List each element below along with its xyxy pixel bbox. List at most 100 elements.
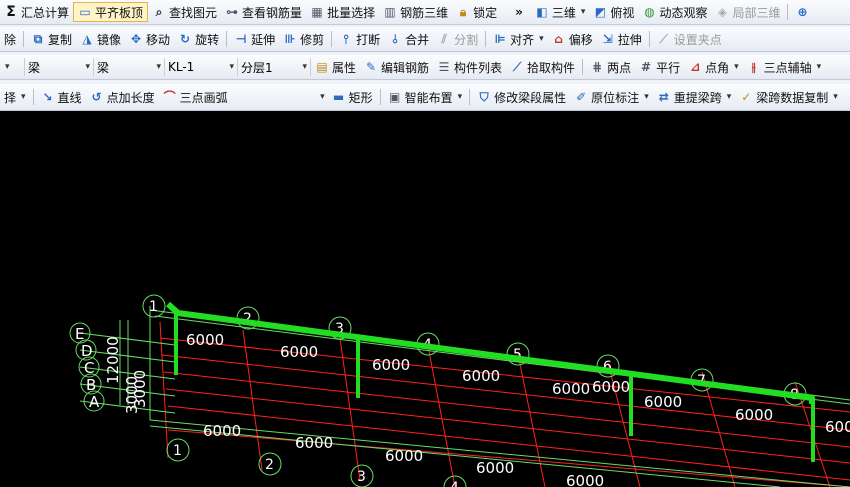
zoom-in-icon: ⊕	[797, 5, 808, 19]
chevron-down-icon: ▾	[320, 92, 325, 102]
view-rebar-button[interactable]: ⊶ 查看钢筋量	[221, 2, 306, 22]
summary-calc-button[interactable]: Σ 汇总计算	[0, 2, 73, 22]
set-grip-button[interactable]: ⟋ 设置夹点	[653, 29, 726, 49]
delete-button[interactable]: 除	[0, 29, 20, 49]
arc-mode-select[interactable]: ▾	[232, 88, 328, 106]
spacing-label: 6000	[552, 380, 590, 398]
edit-rebar-button[interactable]: ✎ 编辑钢筋	[360, 57, 433, 77]
divider	[331, 31, 333, 47]
type-select[interactable]: 梁 ▾	[94, 58, 165, 76]
select-dropdown[interactable]: 择 ▾	[0, 87, 30, 107]
chevron-down-icon: ▾	[21, 92, 26, 102]
flat-slab-top-button[interactable]: ▭ 平齐板顶	[73, 2, 149, 22]
beam-kl-1[interactable]	[165, 301, 815, 404]
eyedropper-icon: ⟋	[512, 60, 522, 74]
properties-icon: ▤	[316, 60, 328, 74]
spacing-label: 6000	[476, 459, 514, 477]
slab-icon: ▭	[79, 5, 91, 19]
stretch-button[interactable]: ⇲ 拉伸	[597, 29, 646, 49]
move-button[interactable]: ✥ 移动	[125, 29, 174, 49]
zoom-button[interactable]: ⊕	[791, 2, 813, 22]
extend-button[interactable]: ⊣ 延伸	[230, 29, 279, 49]
offset-button[interactable]: ⌂ 偏移	[548, 29, 597, 49]
floor-select[interactable]: ▾	[0, 58, 25, 76]
smart-layout-button[interactable]: ▣ 智能布置 ▾	[384, 87, 467, 107]
edit-rebar-icon: ✎	[365, 60, 377, 74]
move-icon: ✥	[131, 32, 142, 46]
point-angle-button[interactable]: ⊿ 点角 ▾	[684, 57, 743, 77]
divider	[379, 89, 381, 105]
merge-icon: ⫰	[392, 32, 398, 46]
spacing-label: 6000	[372, 356, 410, 374]
chevron-down-icon: ▾	[302, 62, 307, 72]
spacing-label: 6000	[280, 343, 318, 361]
arc-icon: ⌒	[163, 90, 176, 104]
pick-member-button[interactable]: ⟋ 拾取构件	[506, 57, 579, 77]
top-view-icon: ◩	[594, 5, 607, 19]
drawing-canvas[interactable]: 123456781234EDCBA60006000600060006000600…	[0, 111, 850, 487]
point-extend-button[interactable]: ↺ 点加长度	[86, 87, 159, 107]
rotate-button[interactable]: ↻ 旋转	[174, 29, 223, 49]
offset-icon: ⌂	[554, 32, 563, 46]
divider	[485, 31, 487, 47]
lock-button[interactable]: 🔒︎ 锁定	[452, 2, 501, 22]
split-icon: ⫽	[441, 32, 447, 46]
top-view-button[interactable]: ◩ 俯视	[589, 2, 638, 22]
cad-drawing[interactable]: 123456781234EDCBA60006000600060006000600…	[0, 111, 850, 487]
chevron-down-icon: ▾	[5, 62, 10, 72]
divider	[648, 31, 650, 47]
spacing-label: 6000	[462, 367, 500, 385]
mirror-button[interactable]: ◮ 镜像	[76, 29, 125, 49]
stretch-icon: ⇲	[602, 32, 613, 46]
category-select[interactable]: 梁 ▾	[25, 58, 94, 76]
mirror-icon: ◮	[82, 32, 92, 46]
align-button[interactable]: ⊫ 对齐 ▾	[489, 29, 548, 49]
copy-button[interactable]: ⧉ 复制	[27, 29, 76, 49]
rebar-3d-icon: ▥	[384, 5, 396, 19]
rebar-3d-button[interactable]: ▥ 钢筋三维	[379, 2, 452, 22]
partial-3d-button[interactable]: ◈ 局部三维	[711, 2, 784, 22]
reextract-span-button[interactable]: ⇄ 重提梁跨 ▾	[653, 87, 736, 107]
chevron-down-icon: ▾	[833, 92, 838, 102]
split-button[interactable]: ⫽ 分割	[433, 29, 482, 49]
spacing-label: 6000	[186, 331, 224, 349]
lock-icon: 🔒︎	[459, 5, 467, 19]
copy-span-data-button[interactable]: ✓ 梁跨数据复制 ▾	[735, 87, 842, 107]
toolbar-overflow-button[interactable]: »	[501, 2, 531, 22]
trim-button[interactable]: ⊪ 修剪	[279, 29, 328, 49]
axis-number-label: 2	[265, 457, 274, 473]
three-point-arc-button[interactable]: ⌒ 三点画弧	[159, 87, 232, 107]
spacing-label: 6000	[592, 378, 630, 396]
layer-select[interactable]: 分层1 ▾	[238, 58, 311, 76]
origin-annotation-button[interactable]: ✐ 原位标注 ▾	[570, 87, 653, 107]
axis-letter-label: A	[89, 393, 100, 411]
merge-button[interactable]: ⫰ 合并	[384, 29, 433, 49]
toolbar-main: Σ 汇总计算 ▭ 平齐板顶 ⌕ 查找图元 ⊶ 查看钢筋量 ▦ 批量选择 ▥ 钢筋三维 🔒︎ 锁…	[0, 0, 850, 25]
divider	[469, 89, 471, 105]
member-list-button[interactable]: ☰ 构件列表	[433, 57, 506, 77]
batch-select-icon: ▦	[311, 5, 323, 19]
toolbar-draw: 择 ▾ ↘ 直线 ↺ 点加长度 ⌒ 三点画弧 ▾ ▬ 矩形 ▣ 智能布置 ▾ ⛉ 修改梁段属性 …	[0, 84, 850, 111]
rectangle-button[interactable]: ▬ 矩形	[328, 87, 377, 107]
break-button[interactable]: ⫯ 打断	[335, 29, 384, 49]
properties-button[interactable]: ▤ 属性	[311, 57, 360, 77]
grip-icon: ⟋	[659, 32, 668, 46]
edit-beam-props-button[interactable]: ⛉ 修改梁段属性	[473, 87, 570, 107]
smart-layout-icon: ▣	[388, 90, 401, 104]
spacing-label: 6000	[385, 447, 423, 465]
view-3d-dropdown[interactable]: ◧ 三维 ▾	[531, 2, 590, 22]
dynamic-observe-button[interactable]: ◍ 动态观察	[638, 2, 711, 22]
batch-select-button[interactable]: ▦ 批量选择	[306, 2, 379, 22]
parallel-button[interactable]: # 平行	[635, 57, 684, 77]
line-button[interactable]: ↘ 直线	[37, 87, 86, 107]
find-element-button[interactable]: ⌕ 查找图元	[148, 2, 221, 22]
extend-icon: ⊣	[235, 32, 247, 46]
two-points-button[interactable]: ⋕ 两点	[586, 57, 635, 77]
cube-view-icon: ◧	[536, 5, 548, 19]
list-icon: ☰	[438, 60, 450, 74]
grid-line-row	[159, 337, 850, 413]
three-point-aux-button[interactable]: ⫲ 三点辅轴 ▾	[743, 57, 826, 77]
axis-number-label: 4	[450, 480, 459, 487]
member-select[interactable]: KL-1 ▾	[165, 58, 238, 76]
chevron-down-icon: ▾	[726, 92, 732, 102]
